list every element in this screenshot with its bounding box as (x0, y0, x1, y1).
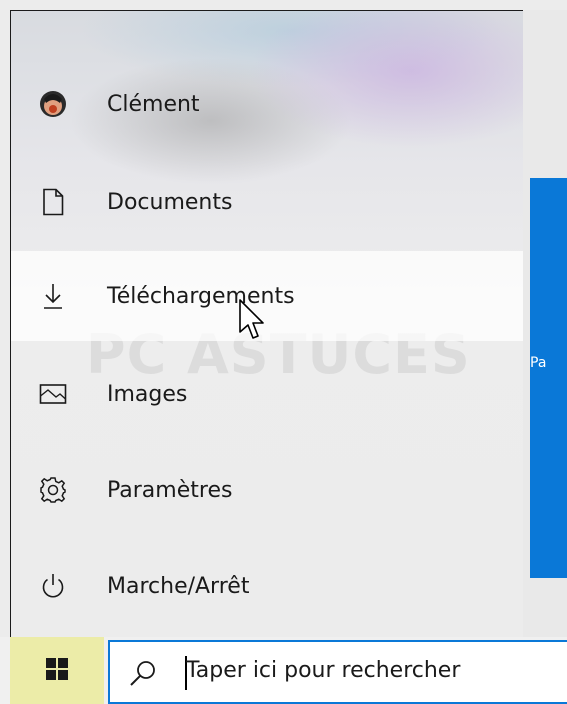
app-tile[interactable] (530, 178, 567, 578)
document-icon (39, 188, 67, 216)
start-menu-item-label: Documents (107, 189, 233, 215)
user-avatar (39, 90, 67, 118)
start-menu-item-documents[interactable]: Documents (11, 157, 523, 247)
start-menu-item-label: Paramètres (107, 477, 233, 503)
search-placeholder: Taper ici pour rechercher (186, 658, 461, 683)
gear-icon (39, 476, 67, 504)
power-icon (39, 572, 67, 600)
start-button[interactable] (10, 637, 104, 704)
start-menu-item-label: Clément (107, 91, 200, 117)
search-input[interactable]: Taper ici pour rechercher (108, 640, 567, 704)
download-icon (39, 282, 67, 310)
windows-logo-icon (46, 657, 68, 684)
start-menu-item-power[interactable]: Marche/Arrêt (11, 541, 523, 631)
image-icon (39, 380, 67, 408)
search-icon (128, 658, 158, 688)
start-menu-item-label: Marche/Arrêt (107, 573, 250, 599)
start-menu-item-settings[interactable]: Paramètres (11, 445, 523, 535)
start-menu-item-images[interactable]: Images (11, 349, 523, 439)
mouse-cursor-icon (238, 298, 268, 343)
screen: Pa PC ASTUCES Clément Documents Téléchar… (0, 0, 567, 704)
start-menu-item-label: Images (107, 381, 188, 407)
start-menu-item-user[interactable]: Clément (11, 59, 523, 149)
app-tile-label: Pa (530, 355, 547, 371)
